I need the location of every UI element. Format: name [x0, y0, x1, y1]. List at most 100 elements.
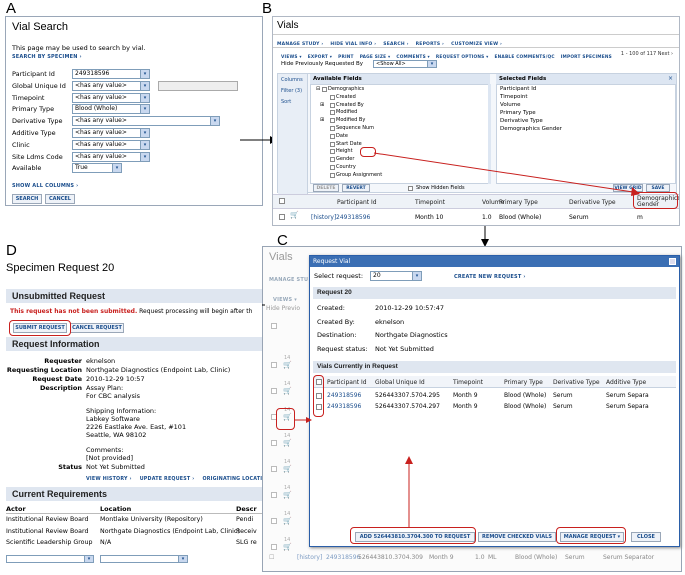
close-icon[interactable]: ×	[668, 75, 673, 82]
request-action-link[interactable]: UPDATE REQUEST ›	[140, 477, 195, 482]
toolbar-item[interactable]: REQUEST OPTIONS ▾	[436, 55, 489, 60]
available-field[interactable]: Created	[336, 94, 356, 100]
field-select[interactable]: <has any value> ▾	[72, 151, 150, 162]
participant-id-link[interactable]: 249318596	[336, 214, 370, 221]
field-select[interactable]: True ▾	[72, 163, 122, 174]
field-checkbox[interactable]	[322, 87, 327, 92]
selected-field[interactable]: Derivative Type	[500, 118, 543, 124]
available-field[interactable]: Date	[336, 133, 348, 139]
field-select[interactable]: <has any value> ▾	[72, 80, 150, 91]
cart-icon[interactable]: 🛒	[283, 517, 292, 525]
field-select[interactable]: <has any value> ▾	[72, 128, 150, 138]
field-checkbox[interactable]	[330, 141, 335, 147]
actor-select[interactable]: ▾	[6, 555, 94, 563]
column-header[interactable]: Timepoint	[415, 199, 445, 206]
vials-column-header[interactable]: Timepoint	[453, 379, 483, 386]
vials-column-header[interactable]: Global Unique Id	[375, 379, 425, 386]
cart-icon[interactable]: 🛒	[283, 361, 292, 369]
request-action-link[interactable]: VIEW HISTORY ›	[86, 477, 132, 482]
selected-field[interactable]: Primary Type	[500, 110, 536, 116]
show-all-columns-link[interactable]: SHOW ALL COLUMNS ›	[12, 183, 78, 189]
history-link[interactable]: [history]	[311, 214, 336, 221]
field-select[interactable]: 249318596 ▾	[72, 69, 150, 79]
selected-field[interactable]: Volume	[500, 102, 520, 108]
vials-column-header[interactable]: Additive Type	[606, 379, 646, 386]
field-select[interactable]: <has any value> ▾	[72, 116, 220, 127]
field-checkbox[interactable]	[330, 133, 335, 139]
column-header[interactable]: Derivative Type	[569, 199, 616, 206]
field-select[interactable]: <has any value> ▾	[72, 139, 150, 150]
customize-tab[interactable]: Columns	[281, 77, 303, 83]
show-all-select[interactable]: <Show All> ▾	[373, 60, 437, 68]
available-field[interactable]: Modified By	[336, 117, 365, 123]
selected-field[interactable]: Timepoint	[500, 94, 528, 100]
field-checkbox[interactable]	[330, 149, 335, 155]
expand-icon[interactable]: ⊟	[316, 86, 320, 92]
vial-cell: Serum Separa	[606, 392, 649, 399]
toolbar-item[interactable]: EXPORT ▾	[308, 55, 332, 60]
vial-cell[interactable]: 249318596	[327, 403, 361, 410]
toolbar-item[interactable]: VIEWS ▾	[281, 55, 302, 60]
vials-column-header[interactable]: Primary Type	[504, 379, 543, 386]
field-checkbox[interactable]	[330, 110, 335, 116]
cancel-button[interactable]: CANCEL	[45, 194, 75, 204]
expand-icon[interactable]: ⊞	[320, 102, 324, 108]
field-checkbox[interactable]	[330, 172, 335, 178]
available-field[interactable]: Gender	[336, 156, 354, 162]
field-checkbox[interactable]	[330, 157, 335, 163]
available-field[interactable]: Modified	[336, 109, 357, 115]
available-field[interactable]: Start Date	[336, 141, 362, 147]
cart-icon[interactable]: 🛒	[283, 387, 292, 395]
toolbar-item[interactable]: PRINT	[338, 55, 354, 60]
dialog-close-icon[interactable]	[669, 258, 676, 265]
expand-icon[interactable]: ⊞	[320, 117, 324, 123]
cart-icon[interactable]: 🛒	[283, 491, 292, 499]
available-field[interactable]: Country	[336, 164, 356, 170]
available-field[interactable]: Demographics	[328, 86, 364, 92]
cart-icon[interactable]: 🛒	[290, 211, 299, 219]
available-field[interactable]: Created By	[336, 102, 364, 108]
remove-checked-vials-button[interactable]: REMOVE CHECKED VIALS	[478, 532, 556, 542]
vials-column-header[interactable]: Derivative Type	[553, 379, 600, 386]
field-checkbox[interactable]	[330, 102, 335, 108]
cart-icon[interactable]: 🛒	[283, 543, 292, 551]
cancel-request-button[interactable]: CANCEL REQUEST	[70, 323, 124, 333]
selected-field[interactable]: Participant Id	[500, 86, 536, 92]
bg-row-checkbox	[271, 544, 277, 550]
location-select[interactable]: ▾	[100, 555, 188, 563]
available-field[interactable]: Sequence Num	[336, 125, 374, 131]
toolbar-item[interactable]: ENABLE COMMENTS/QC	[495, 55, 555, 60]
customize-tab[interactable]: Sort	[281, 99, 291, 105]
search-by-specimen-link[interactable]: SEARCH BY SPECIMEN ›	[12, 54, 82, 60]
toolbar-item[interactable]: IMPORT SPECIMENS	[561, 55, 612, 60]
request-action-link[interactable]: ORIGINATING LOCATION	[202, 477, 262, 482]
vials-column-header[interactable]: Participant Id	[327, 379, 367, 386]
cart-icon[interactable]: 🛒	[283, 439, 292, 447]
close-button[interactable]: CLOSE	[631, 532, 661, 542]
column-header[interactable]: Primary Type	[499, 199, 538, 206]
field-select[interactable]: <has any value> ▾	[72, 92, 150, 103]
search-button[interactable]: SEARCH	[12, 194, 42, 204]
row-checkbox[interactable]	[279, 214, 285, 220]
unique-id-input[interactable]	[158, 80, 238, 91]
vial-cell[interactable]: 249318596	[327, 392, 361, 399]
field-checkbox[interactable]	[330, 94, 335, 100]
save-button[interactable]: SAVE	[646, 184, 670, 192]
field-checkbox[interactable]	[330, 165, 335, 170]
field-checkbox[interactable]	[330, 126, 335, 131]
paging-text[interactable]: 1 - 100 of 117 Next ›	[621, 51, 673, 57]
column-header[interactable]: Participant Id	[337, 199, 377, 206]
selected-field[interactable]: Demographics Gender	[500, 126, 562, 132]
select-all-checkbox[interactable]	[279, 198, 285, 204]
available-field[interactable]: Height	[336, 148, 353, 154]
field-value: <has any value>	[75, 93, 127, 101]
select-request-dropdown[interactable]: 20 ▾	[370, 271, 422, 281]
delete-button[interactable]: DELETE	[313, 184, 339, 192]
field-checkbox[interactable]	[330, 118, 335, 124]
info-value: Not Yet Submitted	[375, 344, 434, 353]
customize-tab[interactable]: Filter (3)	[281, 88, 302, 94]
field-select[interactable]: Blood (Whole) ▾	[72, 104, 150, 115]
cart-icon[interactable]: 🛒	[283, 465, 292, 473]
revert-button[interactable]: REVERT	[342, 184, 370, 192]
create-new-request-link[interactable]: CREATE NEW REQUEST ›	[454, 274, 526, 280]
